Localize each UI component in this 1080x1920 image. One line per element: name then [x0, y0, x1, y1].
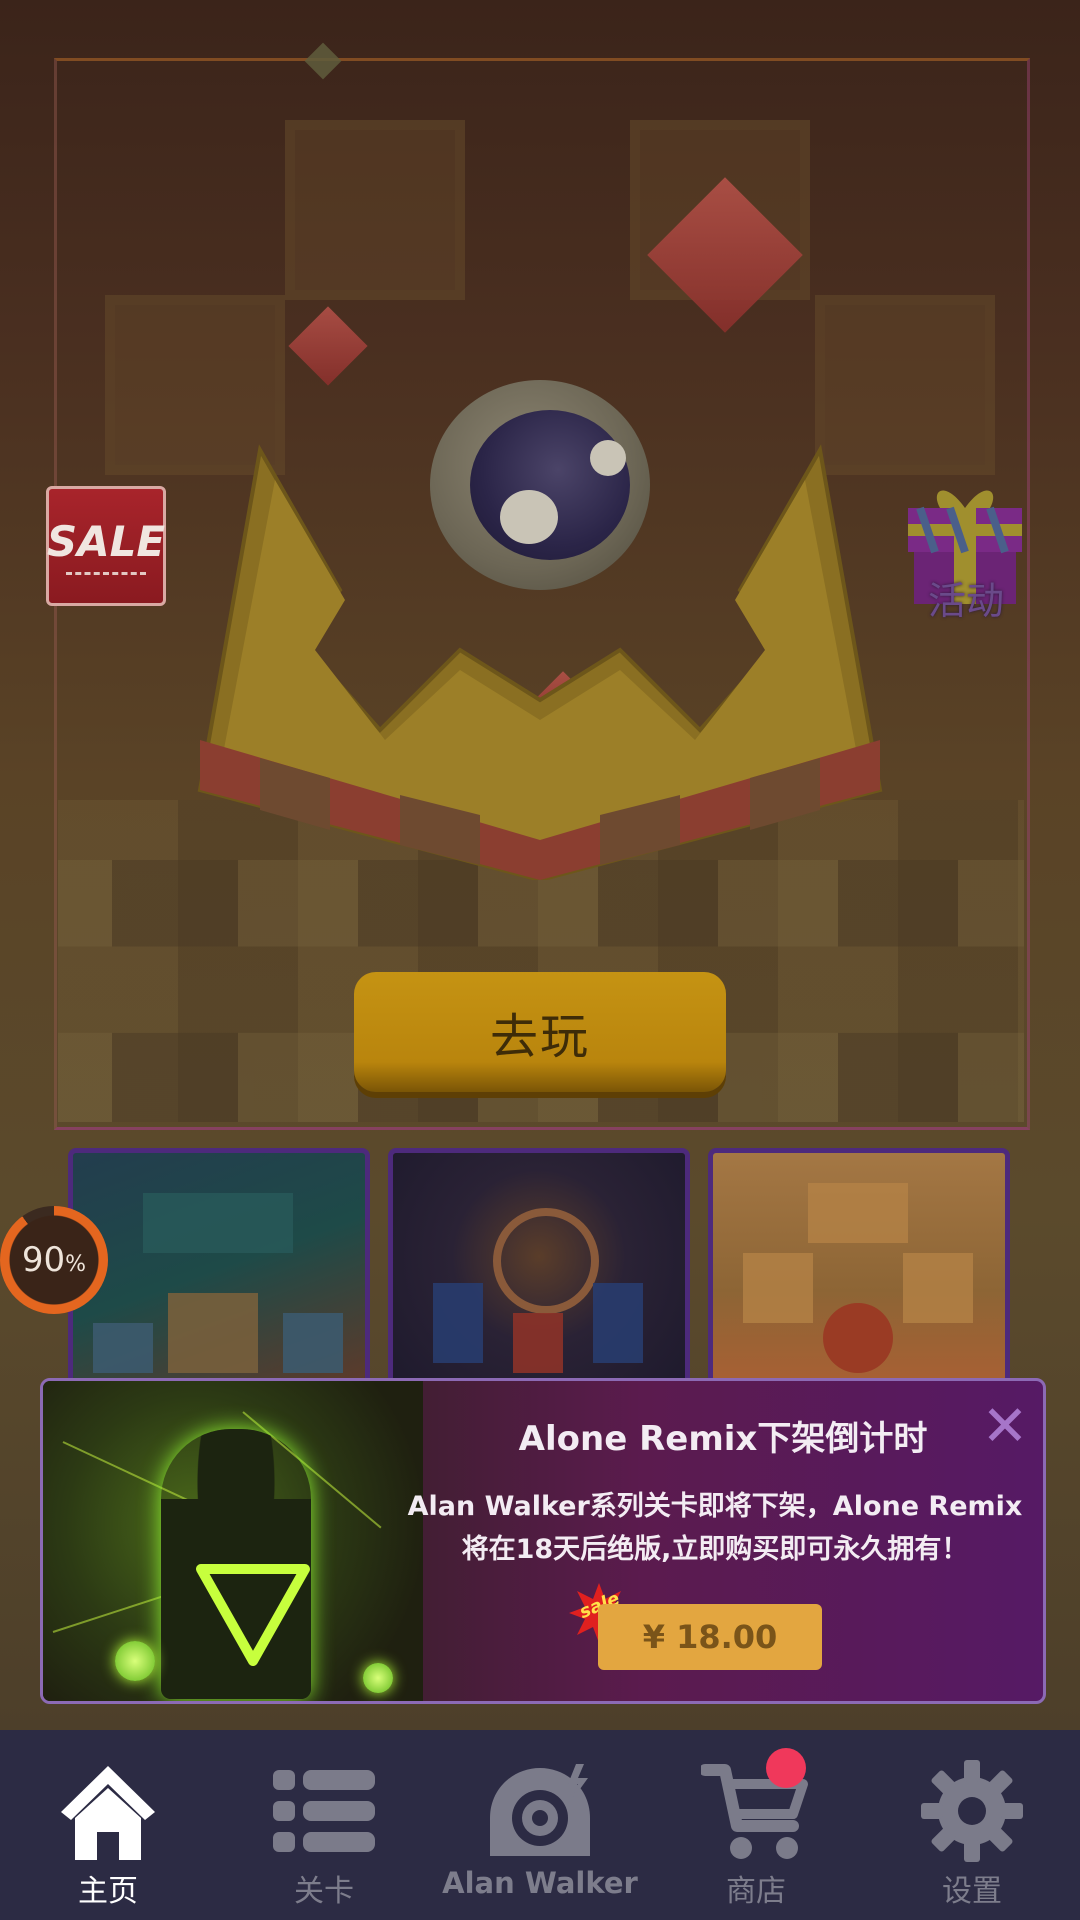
close-icon[interactable]: ✕	[979, 1399, 1031, 1455]
eyeball-mascot	[430, 380, 650, 590]
level-thumbnail[interactable]	[388, 1148, 690, 1388]
progress-value: 90	[21, 1240, 66, 1280]
thumb-block	[93, 1323, 153, 1373]
nav-item-levels[interactable]: 关卡	[216, 1730, 432, 1920]
eyeball-shine	[500, 490, 558, 544]
list-icon	[273, 1770, 375, 1852]
home-icon	[61, 1766, 155, 1860]
nav-item-home[interactable]: 主页	[0, 1730, 216, 1920]
sale-badge-dash	[66, 572, 146, 575]
thumb-block	[593, 1283, 643, 1363]
nav-item-alan-walker[interactable]: Alan Walker	[432, 1730, 648, 1920]
progress-text: 90%	[22, 1240, 86, 1280]
level-thumbnails	[68, 1148, 1010, 1388]
nav-item-settings[interactable]: 设置	[864, 1730, 1080, 1920]
thumb-block	[903, 1253, 973, 1323]
thumb-block	[513, 1313, 563, 1373]
promo-description: Alan Walker系列关卡即将下架，Alone Remix将在18天后绝版,…	[407, 1491, 1023, 1565]
thumb-ball	[823, 1303, 893, 1373]
thumb-block	[743, 1253, 813, 1323]
level-thumbnail[interactable]	[68, 1148, 370, 1388]
nav-label-alan-walker: Alan Walker	[442, 1866, 638, 1900]
thumb-block	[808, 1183, 908, 1243]
thumb-block	[283, 1313, 343, 1373]
nav-label-settings: 设置	[942, 1874, 1002, 1909]
promo-artwork	[43, 1381, 423, 1701]
promo-banner[interactable]: Alone Remix下架倒计时 ✕ Alan Walker系列关卡即将下架，A…	[40, 1378, 1046, 1704]
nav-label-shop: 商店	[726, 1874, 786, 1909]
nav-item-shop[interactable]: 商店	[648, 1730, 864, 1920]
play-button[interactable]: 去玩	[354, 972, 726, 1092]
triangle-logo-icon	[196, 1564, 310, 1666]
glow-orb	[115, 1641, 155, 1681]
level-thumbnail[interactable]	[708, 1148, 1010, 1388]
promo-title: Alone Remix下架倒计时	[518, 1419, 928, 1459]
sale-badge-label: SALE	[46, 517, 166, 566]
sale-badge-button[interactable]: SALE	[46, 486, 166, 606]
buy-button[interactable]: ¥ 18.00	[598, 1604, 822, 1670]
notification-badge	[766, 1748, 806, 1788]
nav-label-levels: 关卡	[294, 1874, 354, 1909]
music-disc-icon	[490, 1764, 590, 1856]
eyeball-iris	[470, 410, 630, 560]
thumb-character	[168, 1293, 258, 1373]
bottom-nav: 主页 关卡 Alan Walker 商店 设置	[0, 1730, 1080, 1920]
thumb-hoop	[143, 1193, 293, 1253]
eyeball-shine	[590, 440, 626, 476]
progress-ring[interactable]: 90%	[0, 1206, 108, 1314]
gift-label[interactable]: 活动	[928, 570, 1004, 625]
thumb-ring	[493, 1208, 599, 1314]
gear-icon	[921, 1760, 1023, 1862]
thumb-block	[433, 1283, 483, 1363]
progress-unit: %	[65, 1252, 87, 1277]
nav-label-home: 主页	[78, 1874, 138, 1909]
glow-orb	[363, 1663, 393, 1693]
